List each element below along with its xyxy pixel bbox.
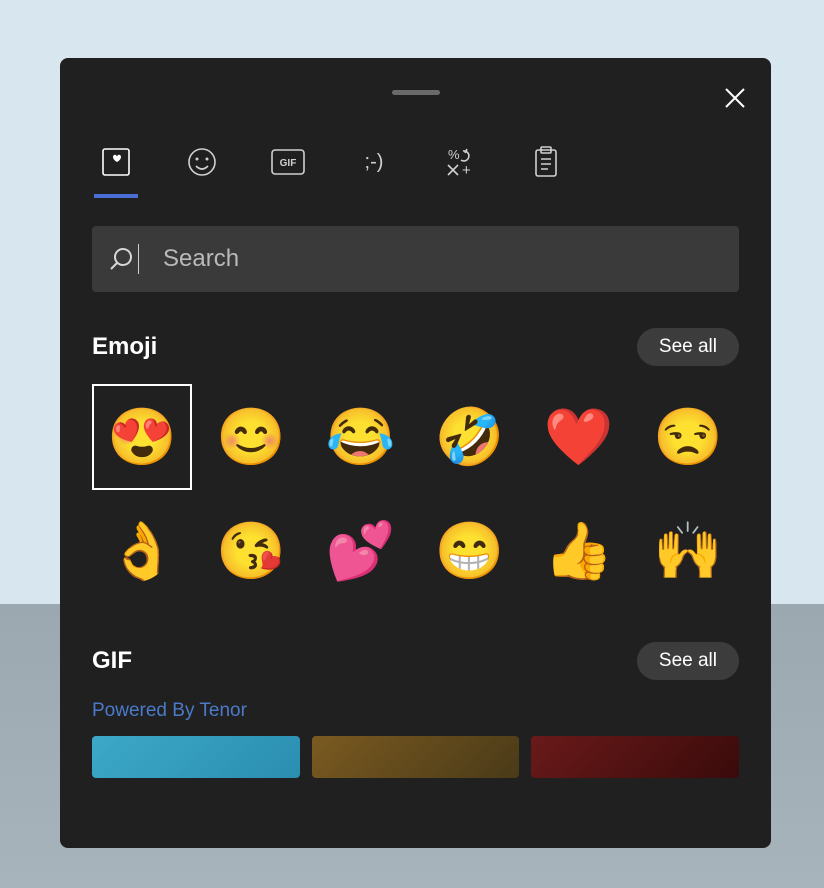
search-input[interactable]: [163, 245, 723, 273]
emoji-grid: 😍 😊 😂 🤣 ❤️ 😒 👌 😘 💕 😁 👍 🙌: [92, 384, 739, 604]
emoji-unamused-face[interactable]: 😒: [638, 384, 738, 490]
search-icon: [108, 246, 134, 272]
powered-by-tenor-link[interactable]: Powered By Tenor: [92, 698, 739, 736]
emoji-section-title: Emoji: [92, 333, 157, 361]
tab-gif[interactable]: GIF: [264, 138, 312, 186]
gif-thumb-1[interactable]: [92, 736, 300, 778]
symbols-icon: % +: [443, 145, 477, 179]
close-button[interactable]: [721, 84, 749, 112]
emoji-face-with-tears-of-joy[interactable]: 😂: [310, 384, 410, 490]
emoji-two-hearts[interactable]: 💕: [310, 498, 410, 604]
emoji-section: Emoji See all 😍 😊 😂 🤣 ❤️ 😒 👌 😘 💕 😁 👍 🙌: [60, 310, 771, 624]
drag-handle[interactable]: [392, 90, 440, 95]
emoji-red-heart[interactable]: ❤️: [529, 384, 629, 490]
gif-thumb-2[interactable]: [312, 736, 520, 778]
svg-text:+: +: [462, 162, 471, 179]
gif-section-head: GIF See all: [92, 642, 739, 680]
clipboard-icon: [532, 145, 560, 179]
emoji-ok-hand[interactable]: 👌: [92, 498, 192, 604]
gif-icon: GIF: [270, 148, 306, 176]
emoji-see-all-button[interactable]: See all: [637, 328, 739, 366]
tab-emoji[interactable]: [178, 138, 226, 186]
emoji-raising-hands[interactable]: 🙌: [638, 498, 738, 604]
emoji-face-blowing-a-kiss[interactable]: 😘: [201, 498, 301, 604]
text-caret: [138, 244, 139, 274]
emoji-beaming-face-with-smiling-eyes[interactable]: 😁: [419, 498, 519, 604]
tab-recents[interactable]: [92, 138, 140, 186]
recents-icon: [99, 145, 133, 179]
gif-section-title: GIF: [92, 647, 132, 675]
emoji-smiling-face-with-heart-eyes[interactable]: 😍: [92, 384, 192, 490]
emoji-rolling-on-the-floor-laughing[interactable]: 🤣: [419, 384, 519, 490]
tab-clipboard[interactable]: [522, 138, 570, 186]
tab-kaomoji[interactable]: ;-): [350, 138, 398, 186]
tab-symbols[interactable]: % +: [436, 138, 484, 186]
emoji-thumbs-up[interactable]: 👍: [529, 498, 629, 604]
svg-text:%: %: [448, 147, 460, 162]
gif-thumb-3[interactable]: [531, 736, 739, 778]
titlebar: [60, 58, 771, 126]
gif-see-all-button[interactable]: See all: [637, 642, 739, 680]
search-row: [60, 198, 771, 310]
gif-section: GIF See all Powered By Tenor: [60, 624, 771, 786]
emoji-icon: [186, 146, 218, 178]
gif-row: [92, 736, 739, 778]
close-icon: [724, 87, 746, 109]
tab-bar: GIF ;-) % +: [60, 126, 771, 198]
kaomoji-icon: ;-): [365, 151, 384, 174]
emoji-section-head: Emoji See all: [92, 328, 739, 366]
svg-text:GIF: GIF: [280, 158, 297, 169]
search-box[interactable]: [92, 226, 739, 292]
emoji-smiling-face-with-smiling-eyes[interactable]: 😊: [201, 384, 301, 490]
emoji-panel: GIF ;-) % +: [60, 58, 771, 848]
